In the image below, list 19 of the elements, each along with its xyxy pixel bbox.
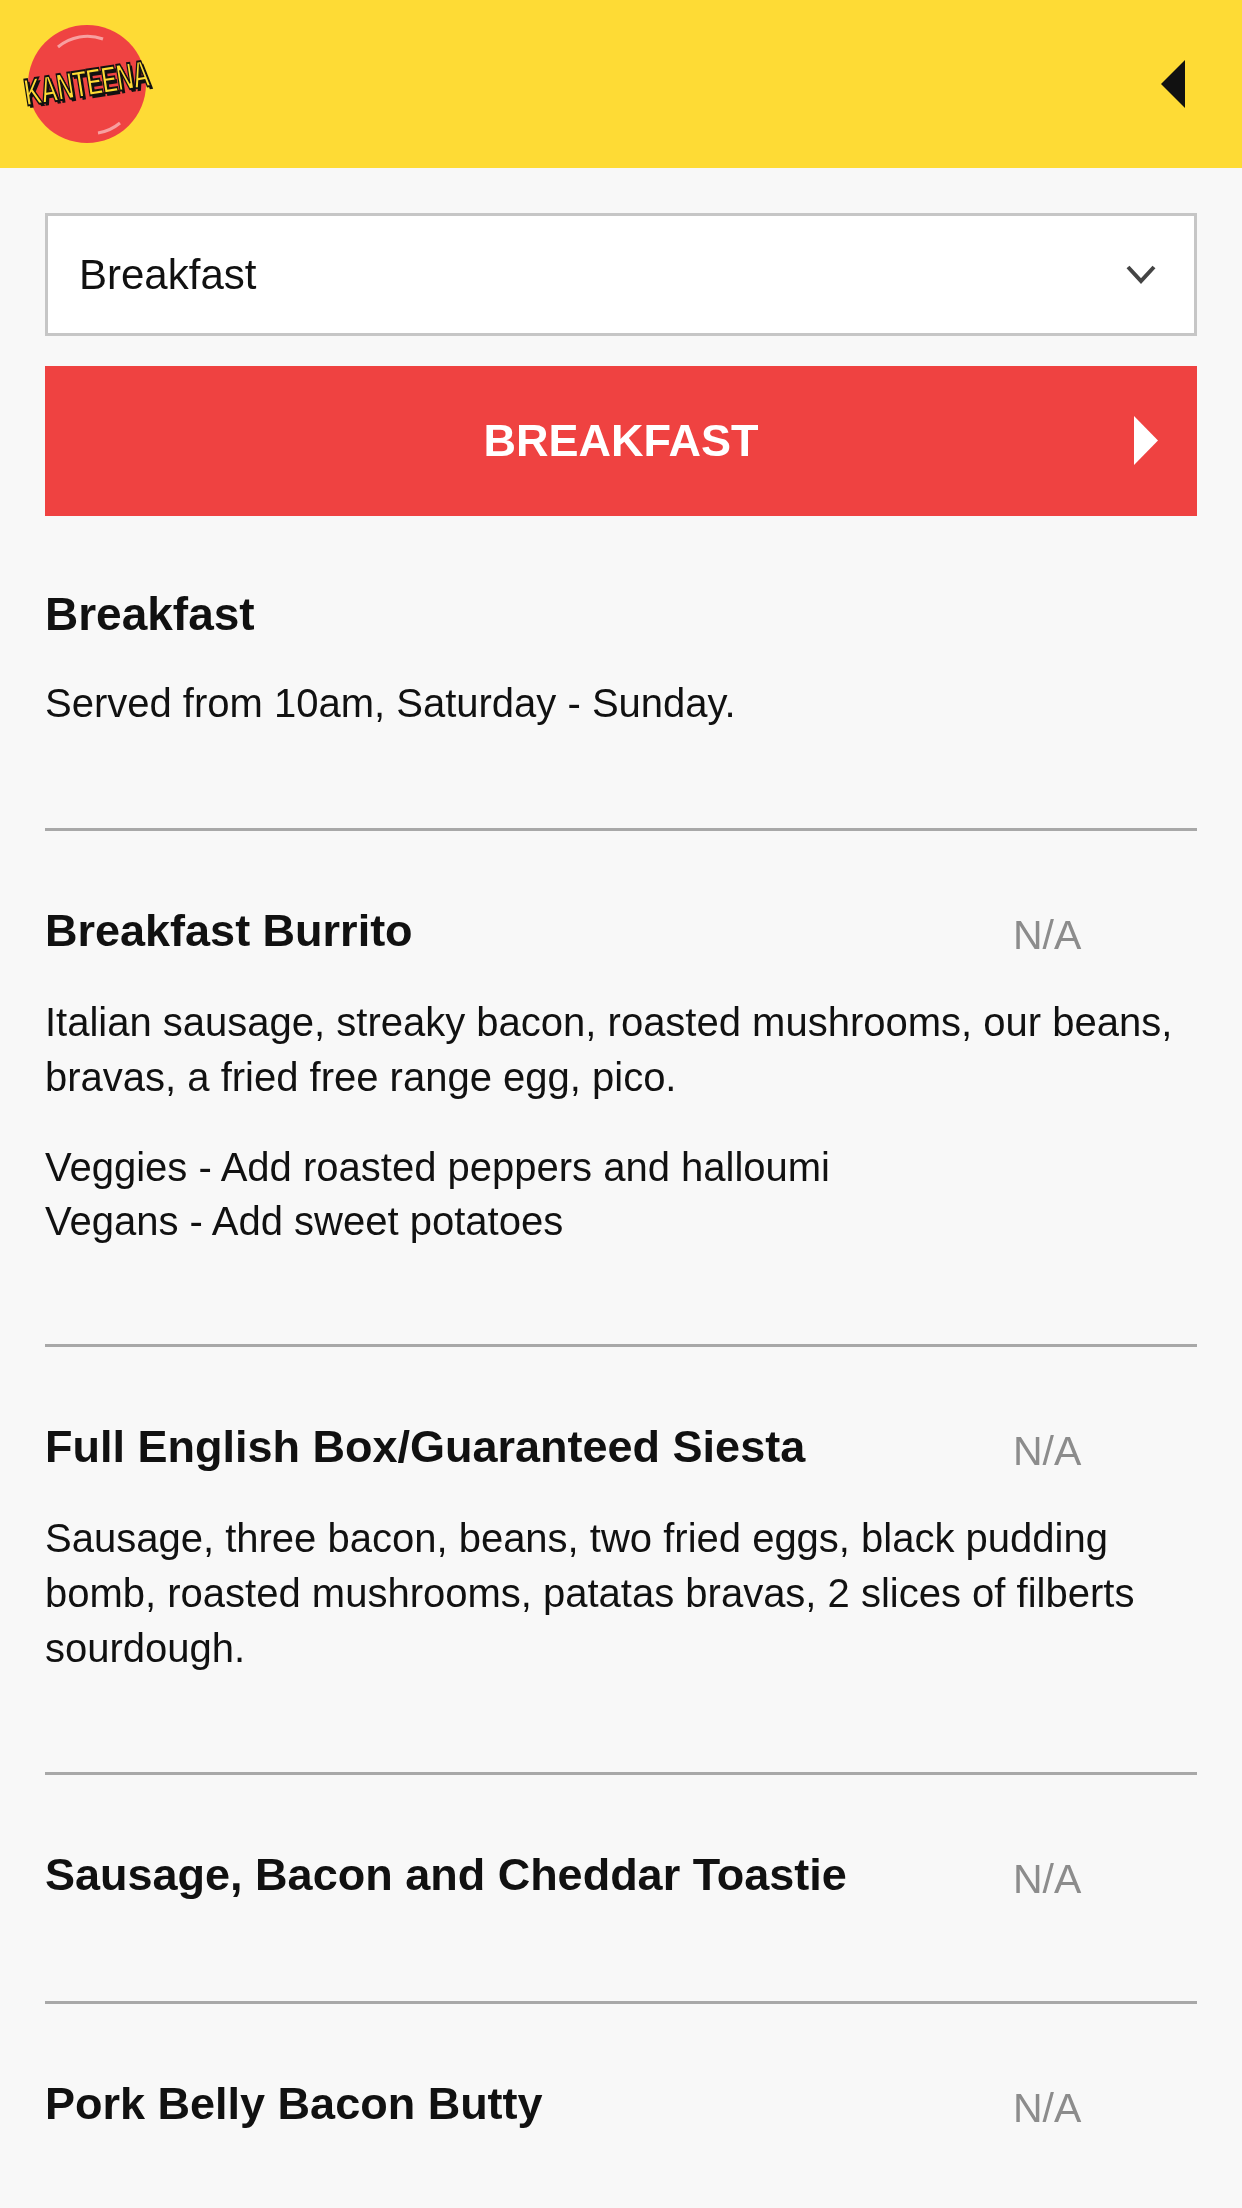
chevron-down-icon <box>1126 265 1156 284</box>
menu-item-price: N/A <box>1013 912 1082 958</box>
section-button[interactable]: BREAKFAST <box>45 366 1197 516</box>
menu-item-price: N/A <box>1013 2085 1082 2131</box>
menu-item-title: Sausage, Bacon and Cheddar Toastie <box>45 1848 848 1902</box>
section-title: Breakfast <box>45 587 256 642</box>
right-triangle-icon <box>1134 416 1158 465</box>
section-description: Served from 10am, Saturday - Sunday. <box>45 680 737 727</box>
menu-item-note: Veggies - Add roasted peppers and halloumi <box>45 1144 831 1191</box>
category-dropdown[interactable]: Breakfast <box>45 213 1197 336</box>
menu-item-title: Pork Belly Bacon Butty <box>45 2077 544 2131</box>
menu-item-description: Italian sausage, streaky bacon, roasted mushrooms, our beans, bravas, a fried free range egg, pico. <box>45 999 1174 1101</box>
menu-item-description: Sausage, three bacon, beans, two fried eggs, black pudding bomb, roasted mushrooms, patatas bravas, 2 slices of filberts sourdough. <box>45 1515 1136 1672</box>
menu-item-price: N/A <box>1013 1428 1082 1474</box>
menu-item-price: N/A <box>1013 1856 1082 1902</box>
menu-item-note: Vegans - Add sweet potatoes <box>45 1198 565 1245</box>
menu-item-title: Full English Box/Guaranteed Siesta <box>45 1420 807 1474</box>
left-triangle-icon[interactable] <box>1161 60 1185 108</box>
menu-item-title: Breakfast Burrito <box>45 904 414 958</box>
